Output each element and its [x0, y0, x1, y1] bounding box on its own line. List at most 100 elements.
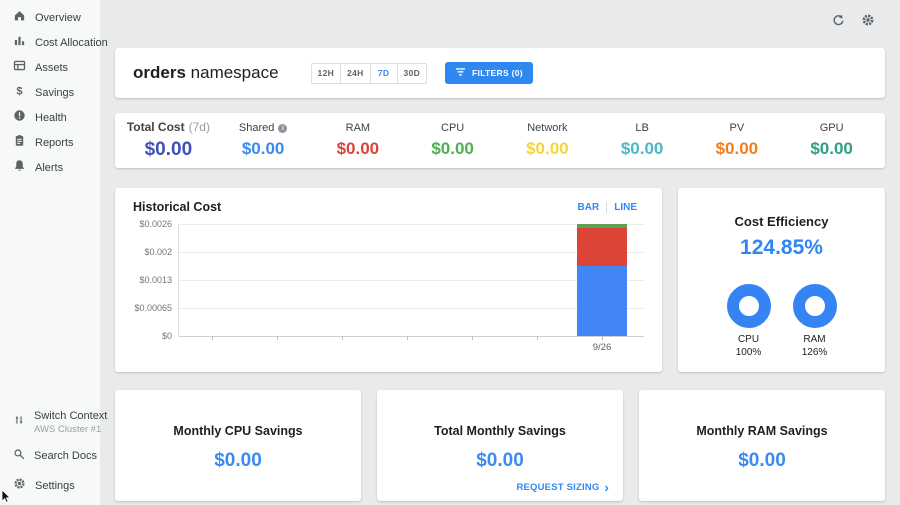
metric-gpu: GPU $0.00 [784, 122, 879, 159]
topbar [115, 0, 885, 40]
search-icon [13, 447, 25, 465]
gauge-percent: 100% [736, 347, 762, 358]
home-icon [13, 9, 26, 27]
x-tick [537, 336, 538, 340]
sidebar-item-overview[interactable]: Overview [0, 5, 100, 30]
metric-label: Total Cost(7d) [121, 120, 216, 134]
efficiency-title: Cost Efficiency [735, 214, 829, 229]
gridline [179, 308, 644, 309]
report-icon [13, 134, 26, 152]
sidebar-item-assets[interactable]: Assets [0, 55, 100, 80]
total-monthly-savings-card: Total Monthly Savings $0.00 REQUEST SIZI… [377, 390, 623, 501]
filter-list-icon [455, 67, 466, 79]
sidebar-item-search-docs[interactable]: Search Docs [0, 441, 100, 471]
metric-value: $0.00 [216, 139, 311, 159]
sidebar-item-switch-context[interactable]: Switch Context AWS Cluster #1 [0, 404, 100, 441]
metric-label: RAM [311, 122, 406, 134]
metric-shared: Sharedi $0.00 [216, 122, 311, 159]
filters-button-label: FILTERS (0) [472, 68, 523, 78]
ram-donut [793, 284, 837, 328]
health-alert-icon [13, 109, 26, 127]
cost-efficiency-card: Cost Efficiency 124.85% CPU 100% RAM 126… [678, 188, 885, 372]
monthly-cpu-savings-card: Monthly CPU Savings $0.00 [115, 390, 361, 501]
metric-label: Sharedi [216, 122, 311, 134]
gridline [179, 224, 644, 225]
savings-title: Monthly RAM Savings [696, 424, 827, 438]
savings-title: Monthly CPU Savings [173, 424, 302, 438]
sidebar-item-alerts[interactable]: Alerts [0, 155, 100, 180]
svg-text:$: $ [16, 85, 23, 97]
sidebar-item-label: Cost Allocation [35, 37, 108, 49]
toggle-bar[interactable]: BAR [571, 202, 607, 213]
gear-icon[interactable] [861, 13, 875, 27]
bar-segment-blue [577, 266, 627, 336]
x-tick [472, 336, 473, 340]
x-tick [407, 336, 408, 340]
metric-value: $0.00 [784, 139, 879, 159]
chart-plot-area: $0.0026 $0.002 $0.0013 $0.00065 $0 [133, 224, 644, 336]
sidebar: Overview Cost Allocation Assets $ Saving… [0, 0, 100, 505]
sidebar-item-settings[interactable]: Settings [0, 471, 100, 501]
sidebar-item-label: Assets [35, 62, 68, 74]
namespace-word: namespace [191, 63, 279, 82]
sidebar-nav: Overview Cost Allocation Assets $ Saving… [0, 0, 100, 180]
metric-label: PV [690, 122, 785, 134]
stacked-bar[interactable] [577, 224, 627, 336]
metric-value: $0.00 [595, 139, 690, 159]
swap-vertical-icon [13, 413, 25, 431]
sidebar-footer: Switch Context AWS Cluster #1 Search Doc… [0, 404, 100, 501]
savings-value: $0.00 [476, 450, 524, 472]
bar-chart-icon [13, 34, 26, 52]
ram-gauge: RAM 126% [793, 284, 837, 358]
x-tick-label: 9/26 [582, 342, 622, 353]
request-sizing-link[interactable]: REQUEST SIZING › [516, 482, 609, 493]
y-tick-label: $0.0013 [139, 275, 172, 285]
filters-button[interactable]: FILTERS (0) [445, 62, 533, 84]
metric-cpu: CPU $0.00 [405, 122, 500, 159]
sidebar-item-label: Overview [35, 12, 81, 24]
x-axis-line [179, 336, 644, 337]
x-tick [277, 336, 278, 340]
range-button-30d[interactable]: 30D [397, 63, 428, 84]
refresh-icon[interactable] [832, 14, 845, 27]
sidebar-item-health[interactable]: Health [0, 105, 100, 130]
namespace-name: orders [133, 63, 186, 82]
gridline [179, 252, 644, 253]
gear-icon [13, 477, 26, 495]
search-docs-label: Search Docs [34, 450, 97, 462]
sidebar-item-label: Reports [35, 137, 74, 149]
sidebar-item-savings[interactable]: $ Savings [0, 80, 100, 105]
range-button-7d[interactable]: 7D [370, 63, 398, 84]
info-icon[interactable]: i [278, 124, 287, 133]
monthly-ram-savings-card: Monthly RAM Savings $0.00 [639, 390, 885, 501]
metric-lb: LB $0.00 [595, 122, 690, 159]
metric-ram: RAM $0.00 [311, 122, 406, 159]
y-tick-label: $0.002 [144, 247, 172, 257]
metrics-card: Total Cost(7d) $0.00 Sharedi $0.00 RAM $… [115, 113, 885, 168]
savings-value: $0.00 [214, 450, 262, 472]
gauge-label: CPU [738, 334, 759, 345]
main-content: orders namespace 12H 24H 7D 30D FILTERS … [100, 0, 900, 505]
sidebar-item-cost-allocation[interactable]: Cost Allocation [0, 30, 100, 55]
metric-label-suffix: (7d) [189, 120, 210, 134]
toggle-line[interactable]: LINE [606, 202, 644, 213]
range-button-12h[interactable]: 12H [311, 63, 342, 84]
metric-value: $0.00 [405, 139, 500, 159]
assets-grid-icon [13, 59, 26, 77]
y-tick-label: $0.0026 [139, 219, 172, 229]
dollar-icon: $ [13, 84, 26, 102]
metric-value: $0.00 [690, 139, 785, 159]
gauge-label: RAM [803, 334, 825, 345]
sidebar-item-reports[interactable]: Reports [0, 130, 100, 155]
range-button-24h[interactable]: 24H [340, 63, 371, 84]
y-tick-label: $0 [162, 331, 172, 341]
switch-context-label: Switch Context [34, 410, 107, 422]
chevron-right-icon: › [604, 483, 609, 492]
historical-cost-card: Historical Cost BAR LINE $0.0026 $0.002 … [115, 188, 662, 372]
time-range-group: 12H 24H 7D 30D [311, 63, 428, 84]
metric-pv: PV $0.00 [690, 122, 785, 159]
cpu-donut [727, 284, 771, 328]
savings-value: $0.00 [738, 450, 786, 472]
metric-value: $0.00 [311, 139, 406, 159]
y-tick-label: $0.00065 [134, 303, 172, 313]
